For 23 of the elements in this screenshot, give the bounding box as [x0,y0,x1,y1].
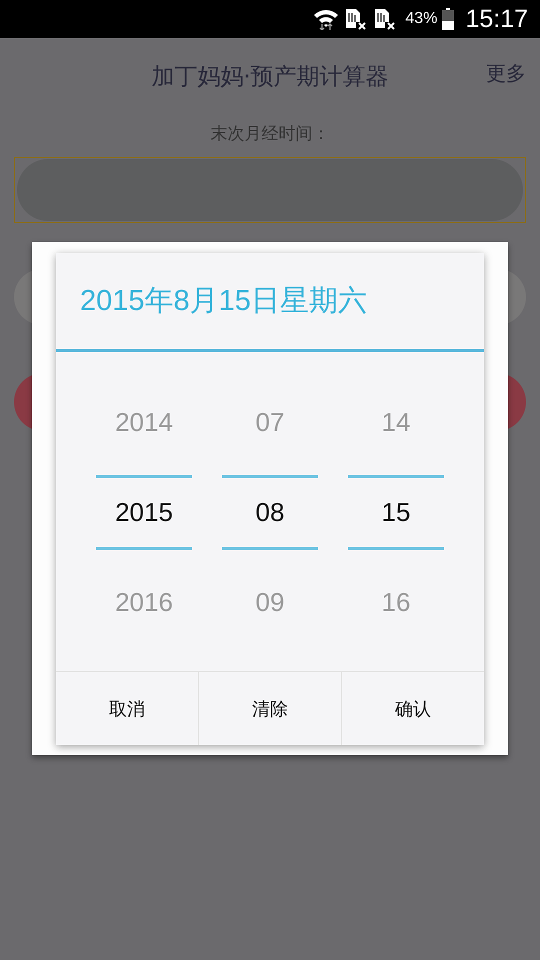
picker-item[interactable]: 2016 [96,565,192,640]
sim-card-icon [344,8,368,30]
picker-item[interactable]: 09 [222,565,318,640]
clock: 15:17 [465,4,528,34]
date-field[interactable] [14,157,526,223]
picker-item[interactable]: 15 [348,475,444,550]
dialog-title: 2015年8月15日星期六 [56,253,484,352]
picker-item[interactable]: 08 [222,475,318,550]
picker-item[interactable]: 16 [348,565,444,640]
wifi-icon [313,8,340,30]
picker-item[interactable]: 2014 [96,385,192,460]
battery-icon [442,8,454,30]
picker-item[interactable]: 14 [348,385,444,460]
battery-percentage: 43% [405,10,438,28]
app-title: 加丁妈妈·预产期计算器 [151,62,389,92]
picker-item[interactable]: 07 [222,385,318,460]
more-button[interactable]: 更多 [486,60,526,87]
picker-item[interactable]: 2015 [96,475,192,550]
dialog-button[interactable]: 取消 [56,672,198,745]
dialog-button[interactable]: 清除 [198,672,341,745]
field-label: 末次月经时间： [210,123,330,146]
dialog-button[interactable]: 确认 [341,672,484,745]
sim-card-icon [373,8,398,30]
